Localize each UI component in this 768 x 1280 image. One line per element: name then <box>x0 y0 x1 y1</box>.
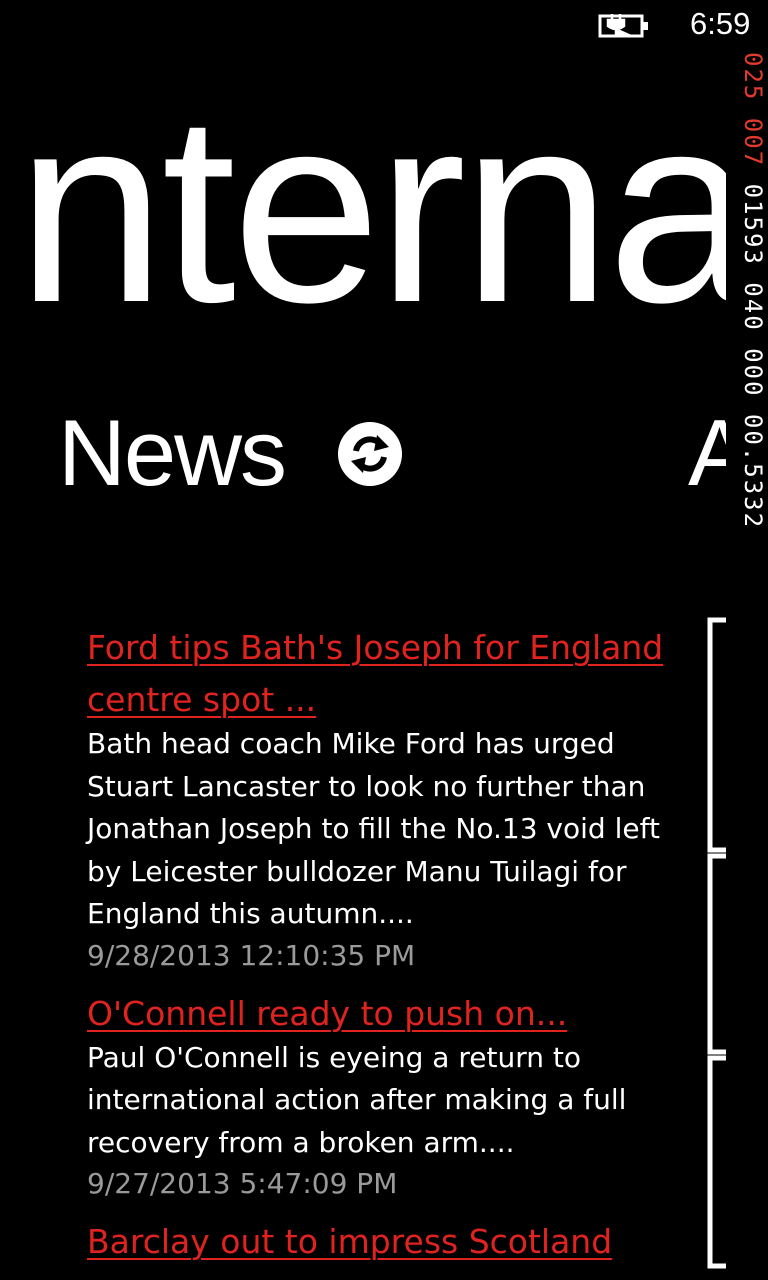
news-item-date: 9/27/2013 5:47:09 PM <box>87 1167 398 1200</box>
news-list: Ford tips Bath's Joseph for England cent… <box>87 622 687 1280</box>
news-item-title-link[interactable]: Barclay out to impress Scotland <box>87 1216 687 1268</box>
refresh-icon[interactable] <box>337 421 403 487</box>
pivot-header-next[interactable]: A <box>688 398 726 508</box>
pivot-header-news[interactable]: News <box>58 398 287 508</box>
news-item-summary: Paul O'Connell is eyeing a return to int… <box>87 1040 627 1159</box>
status-clock: 6:59 <box>690 6 751 41</box>
debug-counters: 025 007 01593 040 000 00.5332 <box>734 52 768 672</box>
news-item[interactable]: O'Connell ready to push on... Paul O'Con… <box>87 988 687 1205</box>
panorama-title: Internations 2013 <box>18 60 726 350</box>
battery-charging-icon <box>598 14 648 38</box>
debug-counter-red: 025 007 <box>739 52 767 168</box>
news-item-summary: Bath head coach Mike Ford has urged Stua… <box>87 727 660 930</box>
panorama-title-container: Internations 2013 <box>18 60 726 350</box>
news-item[interactable]: Ford tips Bath's Joseph for England cent… <box>87 622 687 976</box>
news-item-title-link[interactable]: Ford tips Bath's Joseph for England cent… <box>87 622 687 726</box>
status-bar: 6:59 <box>0 0 768 50</box>
news-item[interactable]: Barclay out to impress Scotland <box>87 1216 687 1268</box>
side-scroll-brackets <box>707 617 726 1269</box>
news-item-date: 9/28/2013 12:10:35 PM <box>87 938 416 972</box>
pivot-header: News A <box>0 390 726 510</box>
debug-counter-white: 01593 040 000 00.5332 <box>739 183 767 530</box>
news-item-title-link[interactable]: O'Connell ready to push on... <box>87 988 687 1040</box>
